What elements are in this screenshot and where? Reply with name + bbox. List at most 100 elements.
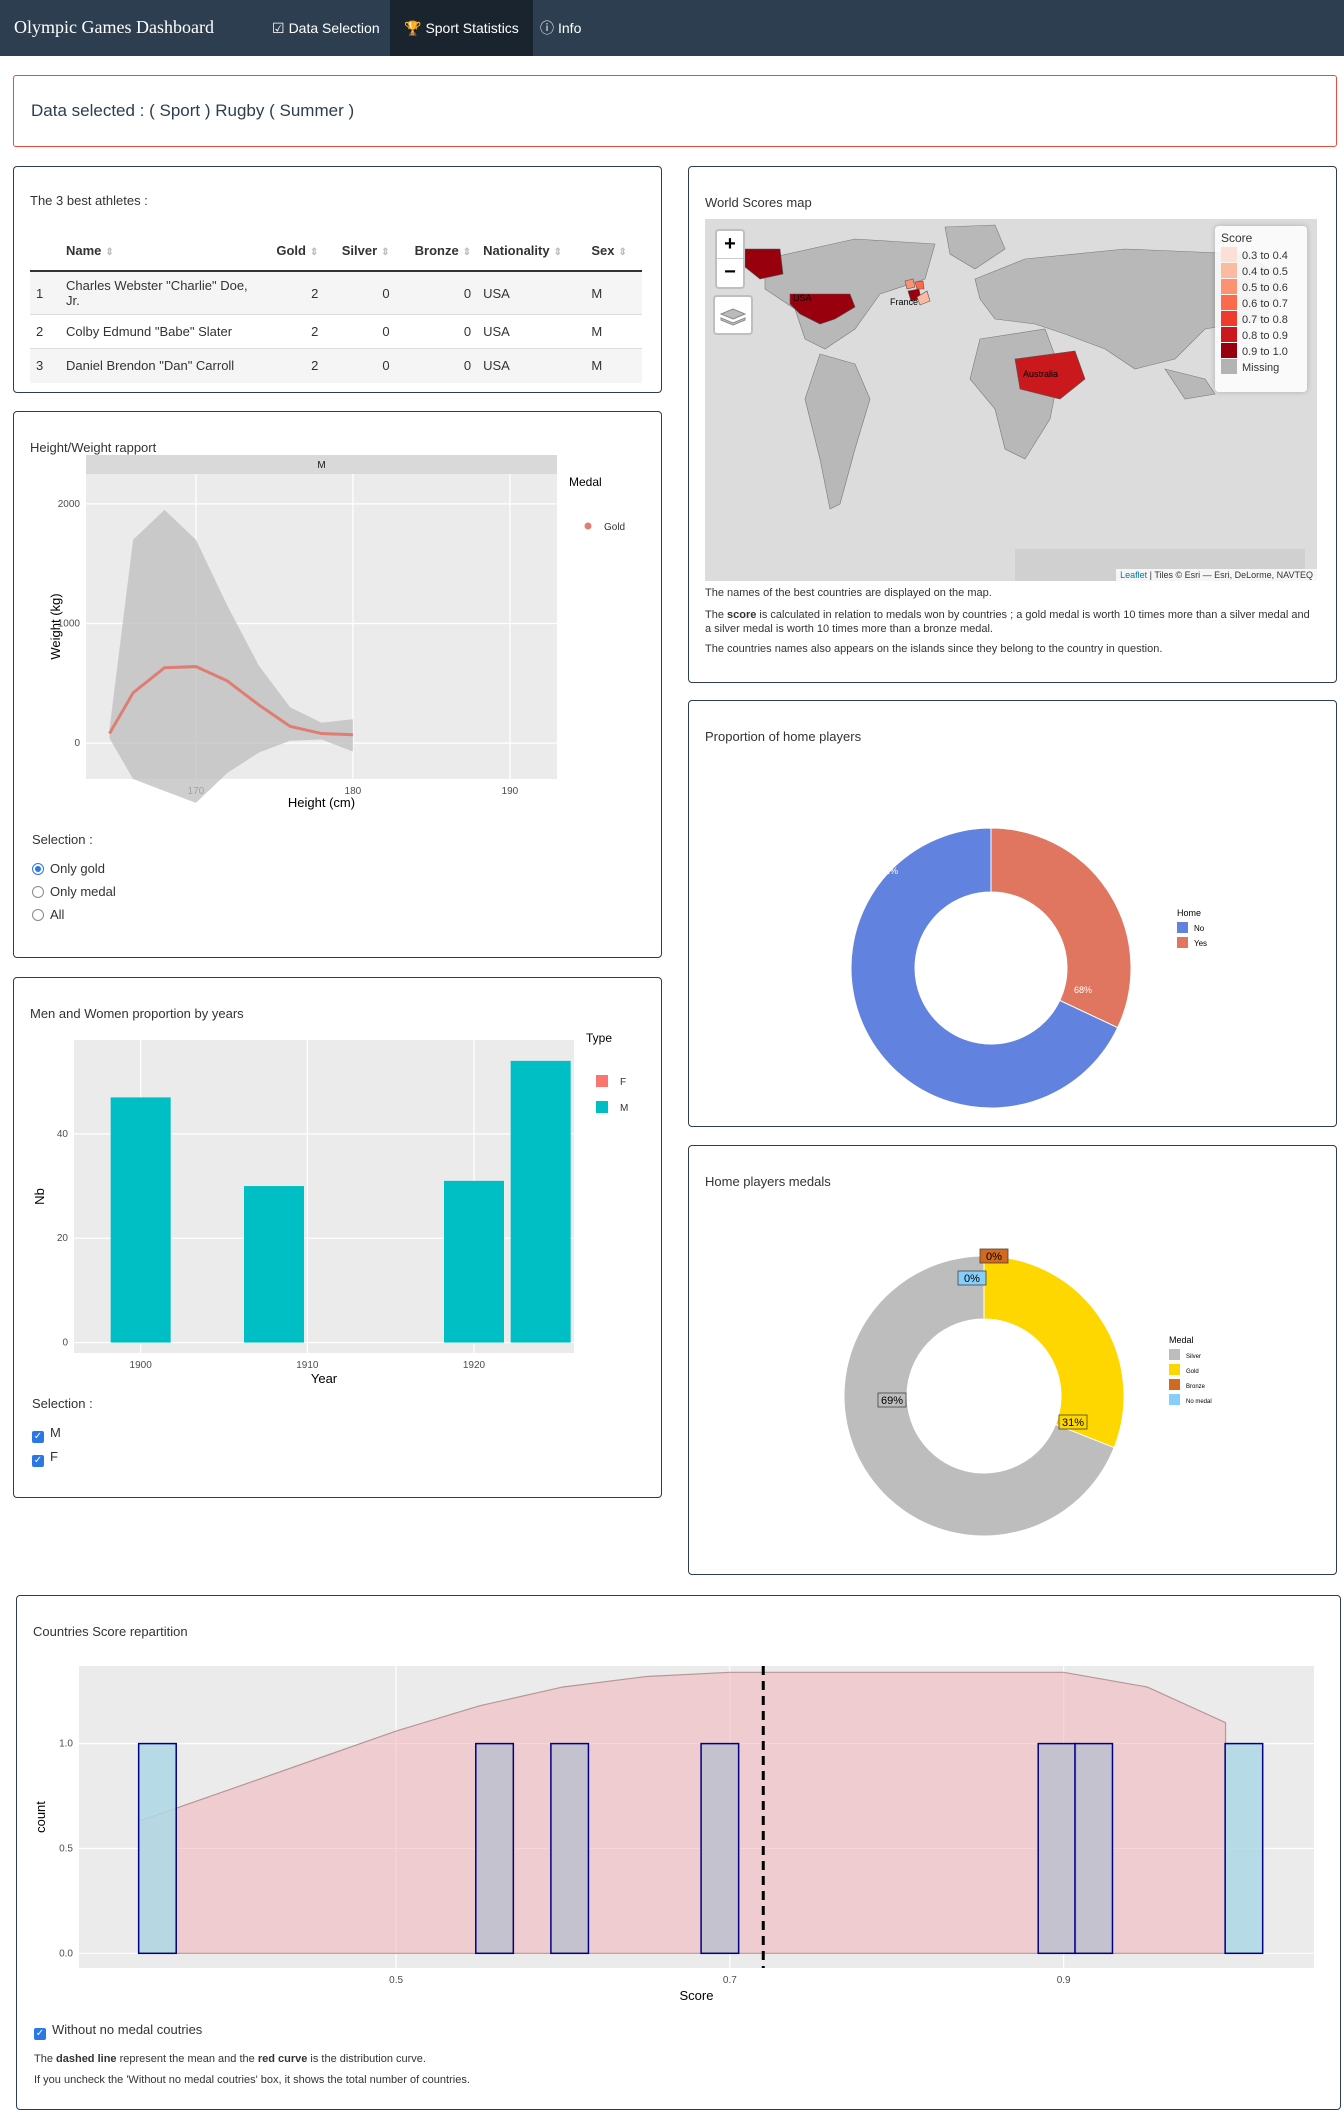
- alaska-shape: [744, 248, 784, 280]
- selection-label: Selection :: [32, 1396, 93, 1411]
- sort-icon: ⇕: [618, 247, 627, 258]
- legend-label-gold: Gold: [604, 522, 625, 533]
- leaflet-link[interactable]: Leaflet: [1120, 570, 1147, 580]
- cell-name: Colby Edmund "Babe" Slater: [60, 314, 260, 349]
- bar-m-1924: [510, 1060, 571, 1343]
- histogram-bin: [700, 1742, 740, 1955]
- cell-rank: 2: [30, 314, 60, 349]
- info-circle-icon: ⓘ: [540, 20, 554, 36]
- checkbox-without-no-medal[interactable]: ✓ Without no medal coutries: [34, 2022, 202, 2040]
- uk-shape: [904, 278, 916, 290]
- map-note-3: The countries names also appears on the …: [705, 643, 1163, 655]
- histogram-bin: [1037, 1742, 1077, 1955]
- histogram-bin: [1074, 1742, 1114, 1955]
- col-sex[interactable]: Sex ⇕: [585, 231, 642, 272]
- bar-m-1920: [444, 1180, 504, 1343]
- radio-icon[interactable]: [32, 886, 44, 898]
- facet-label: M: [317, 460, 325, 471]
- cell-bronze: 0: [395, 314, 478, 349]
- selection-label: Selection :: [32, 832, 93, 847]
- legend-swatch: [1221, 343, 1237, 358]
- checkbox-icon[interactable]: ✓: [32, 1431, 44, 1443]
- radio-icon[interactable]: [32, 863, 44, 875]
- y-tick-label: 0: [74, 738, 80, 749]
- slice-label-no-medal: 0%: [964, 1273, 980, 1285]
- checkbox-m[interactable]: ✓ M: [32, 1425, 61, 1443]
- tab-label: Sport Statistics: [425, 20, 519, 36]
- legend-item: 0.3 to 0.4: [1221, 247, 1301, 263]
- radio-only-gold[interactable]: Only gold: [32, 861, 105, 876]
- legend-swatch: [1221, 327, 1237, 342]
- cell-sex: M: [585, 314, 642, 349]
- zoom-out-button[interactable]: −: [717, 259, 743, 287]
- map-note-1: The names of the best countries are disp…: [705, 587, 992, 599]
- y-tick-label: 0.0: [59, 1948, 73, 1959]
- legend-label-no: No: [1194, 924, 1205, 933]
- table-row[interactable]: 3 Daniel Brendon "Dan" Carroll 2 0 0 USA…: [30, 348, 642, 383]
- tab-info[interactable]: ⓘ Info: [526, 0, 595, 56]
- x-tick-label: 0.9: [1057, 1975, 1071, 1986]
- checkbox-f[interactable]: ✓ F: [32, 1449, 58, 1467]
- y-axis-label: Weight (kg): [48, 593, 63, 659]
- legend-item: 0.8 to 0.9: [1221, 327, 1301, 343]
- legend-label-silver: Silver: [1186, 1354, 1201, 1360]
- legend-key-no-medal: [1169, 1394, 1180, 1405]
- histogram-bin: [1224, 1742, 1264, 1955]
- app-brand[interactable]: Olympic Games Dashboard: [14, 17, 214, 38]
- legend-swatch: [1221, 295, 1237, 310]
- cell-silver: 0: [324, 270, 396, 315]
- cell-gold: 2: [260, 348, 325, 383]
- belgium-shape: [914, 280, 925, 290]
- zoom-in-button[interactable]: +: [717, 231, 743, 259]
- home-players-chart: 32% 68% Home No Yes: [850, 827, 1207, 1109]
- legend-item: 0.6 to 0.7: [1221, 295, 1301, 311]
- layers-control[interactable]: [713, 295, 753, 335]
- checkbox-icon[interactable]: ✓: [34, 2028, 46, 2040]
- y-tick-label: 40: [57, 1129, 69, 1140]
- bar-m-1900: [110, 1097, 171, 1343]
- cell-gold: 2: [260, 314, 325, 349]
- slice-label-no: 68%: [1074, 985, 1092, 995]
- histogram-bin: [475, 1742, 515, 1955]
- cell-bronze: 0: [395, 270, 478, 315]
- cell-rank: 1: [30, 270, 60, 315]
- tab-data-selection[interactable]: ☑ Data Selection: [258, 0, 394, 56]
- table-row[interactable]: 1 Charles Webster "Charlie" Doe, Jr. 2 0…: [30, 270, 642, 315]
- legend-item: Missing: [1221, 359, 1301, 375]
- legend-key-gold: [1169, 1364, 1180, 1375]
- men-women-chart: 1900 1910 1920 0 20 40 Year Nb Type F M: [32, 1031, 628, 1386]
- col-name[interactable]: Name ⇕: [60, 231, 260, 272]
- radio-all[interactable]: All: [32, 907, 64, 922]
- y-tick-label: 20: [57, 1233, 69, 1244]
- legend-key-yes: [1177, 937, 1188, 948]
- legend-label: 0.8 to 0.9: [1242, 330, 1288, 342]
- world-map[interactable]: USA France Australia + − Score 0.3 to 0.…: [705, 219, 1317, 581]
- slice-label-yes: 32%: [880, 866, 898, 876]
- legend-title: Home: [1177, 908, 1201, 918]
- col-silver[interactable]: Silver ⇕: [324, 231, 396, 272]
- radio-only-medal[interactable]: Only medal: [32, 884, 116, 899]
- x-tick-label: 1900: [130, 1360, 153, 1371]
- radio-icon[interactable]: [32, 909, 44, 921]
- cell-rank: 3: [30, 348, 60, 383]
- tab-label: Data Selection: [288, 20, 380, 36]
- zoom-control: + −: [715, 229, 745, 289]
- x-tick-label: 0.7: [723, 1975, 737, 1986]
- tab-sport-statistics[interactable]: 🏆 Sport Statistics: [390, 0, 533, 56]
- home-players-panel: Proportion of home players 32% 68% Home No Y…: [688, 700, 1337, 1127]
- legend-item: 0.4 to 0.5: [1221, 263, 1301, 279]
- checkbox-icon[interactable]: ✓: [32, 1455, 44, 1467]
- legend-label: 0.6 to 0.7: [1242, 298, 1288, 310]
- athletes-table: Name ⇕ Gold ⇕ Silver ⇕ Bronze ⇕ Nationality ⇕…: [30, 231, 642, 383]
- cell-silver: 0: [324, 314, 396, 349]
- legend-label-M: M: [620, 1103, 628, 1114]
- col-bronze[interactable]: Bronze ⇕: [395, 231, 478, 272]
- col-rank[interactable]: [30, 231, 60, 272]
- legend-label-bronze: Bronze: [1186, 1384, 1206, 1390]
- cell-nationality: USA: [477, 314, 586, 349]
- slice-label-bronze: 0%: [986, 1251, 1002, 1263]
- col-nationality[interactable]: Nationality ⇕: [477, 231, 586, 272]
- col-gold[interactable]: Gold ⇕: [260, 231, 325, 272]
- table-row[interactable]: 2 Colby Edmund "Babe" Slater 2 0 0 USA M: [30, 314, 642, 349]
- cell-nationality: USA: [477, 348, 586, 383]
